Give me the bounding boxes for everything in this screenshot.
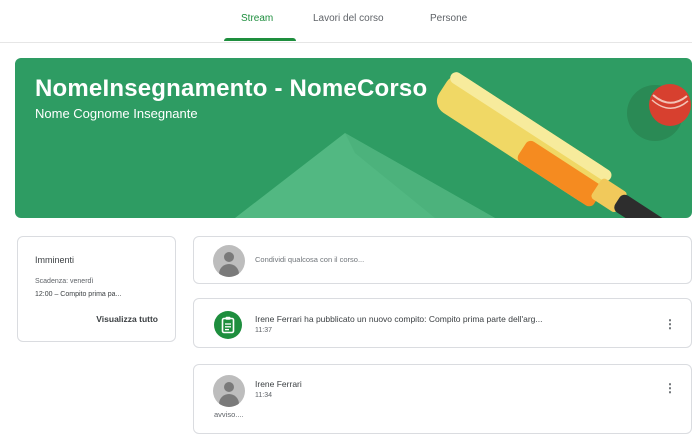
upcoming-title: Imminenti: [35, 255, 75, 265]
view-all-link[interactable]: Visualizza tutto: [96, 314, 158, 324]
post-author: Irene Ferrari: [255, 379, 302, 389]
course-banner: NomeInsegnamento - NomeCorso Nome Cognom…: [15, 58, 692, 218]
share-box[interactable]: Condividi qualcosa con il corso...: [193, 236, 692, 284]
tab-people[interactable]: Persone: [430, 13, 467, 24]
share-input[interactable]: Condividi qualcosa con il corso...: [255, 255, 364, 264]
avatar: [213, 375, 245, 407]
tab-course-work[interactable]: Lavori del corso: [313, 13, 384, 24]
active-tab-indicator: [224, 38, 296, 41]
post-time: 11:37: [255, 327, 272, 334]
more-options-icon[interactable]: ⋮: [664, 315, 676, 333]
assignment-post[interactable]: Irene Ferrari ha pubblicato un nuovo com…: [193, 298, 692, 348]
more-options-icon[interactable]: ⋮: [664, 379, 676, 397]
avatar: [213, 245, 245, 277]
post-body: avviso....: [214, 410, 244, 419]
teacher-name: Nome Cognome Insegnante: [35, 106, 198, 121]
assignment-icon: [214, 311, 242, 339]
tab-stream[interactable]: Stream: [241, 13, 273, 24]
post-text: Irene Ferrari ha pubblicato un nuovo com…: [255, 314, 543, 324]
announcement-post[interactable]: Irene Ferrari 11:34 ⋮ avviso....: [193, 364, 692, 434]
post-time: 11:34: [255, 392, 272, 399]
course-title: NomeInsegnamento - NomeCorso: [35, 75, 428, 102]
upcoming-item[interactable]: 12:00 – Compito prima pa...: [35, 291, 121, 298]
upcoming-card: Imminenti Scadenza: venerdì 12:00 – Comp…: [17, 236, 176, 342]
top-navigation: Stream Lavori del corso Persone: [0, 0, 692, 43]
upcoming-due-date: Scadenza: venerdì: [35, 278, 94, 285]
